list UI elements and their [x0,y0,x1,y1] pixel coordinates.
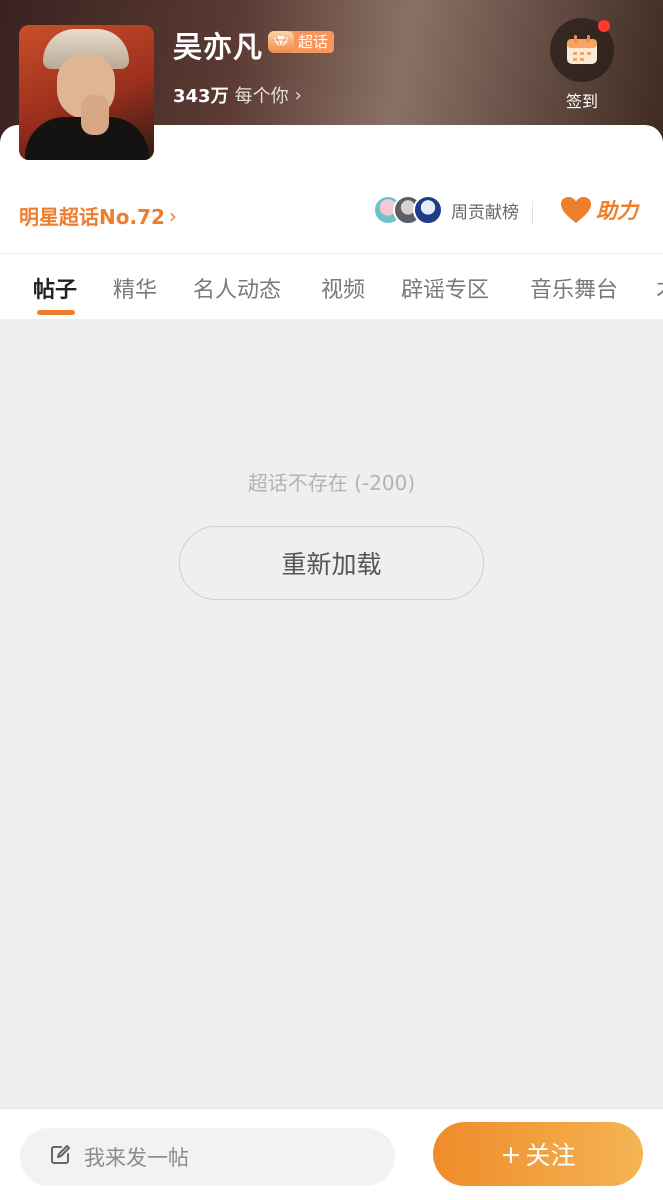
tab-more[interactable]: 才 [656,272,663,304]
rank-link[interactable]: 明星超话No.72 › [19,201,177,230]
post-placeholder: 我来发一帖 [84,1146,189,1170]
followers-count: 343万 [173,86,229,107]
tab-music-stage[interactable]: 音乐舞台 [530,272,618,304]
edit-icon [48,1143,72,1171]
follow-label: 关注 [525,1141,576,1170]
followers-unit: 每个你 [234,86,289,107]
diamond-icon [268,31,294,53]
error-message: 超话不存在 (-200) [247,471,416,495]
tab-bar: 帖子 精华 名人动态 视频 辟谣专区 音乐舞台 才 [0,253,663,319]
reload-button[interactable]: 重新加载 [179,526,484,600]
chevron-right-icon: › [168,203,177,228]
followers-link[interactable]: 343万 每个你 › [173,82,302,108]
contribution-label: 周贡献榜 [451,202,519,223]
badge-label: 超话 [290,31,335,53]
heart-icon [561,197,591,223]
supertopic-badge: 超话 [268,30,335,54]
avatar[interactable] [19,25,154,160]
support-label: 助力 [596,199,638,223]
tab-posts[interactable]: 帖子 [33,272,77,304]
avatar-hand [81,95,109,135]
rank-label: 明星超话No.72 [19,205,165,229]
contributor-avatar [413,195,443,225]
calendar-icon [567,35,597,64]
plus-icon: + [500,1139,522,1169]
tab-rumor-refutation[interactable]: 辟谣专区 [401,272,489,304]
topic-name: 吴亦凡 [173,30,264,64]
active-tab-indicator [37,310,75,315]
checkin-label: 签到 [565,92,598,111]
tab-featured[interactable]: 精华 [113,272,157,304]
checkin-button[interactable] [550,18,614,82]
divider [532,201,533,225]
weekly-contribution-link[interactable]: 周贡献榜 [373,195,519,225]
bottom-bar: 我来发一帖 + 关注 [0,1108,663,1200]
chevron-right-icon: › [294,84,302,106]
notification-dot [598,20,610,32]
support-button[interactable]: 助力 [560,195,638,225]
follow-button[interactable]: + 关注 [433,1122,643,1186]
tab-celebrity-updates[interactable]: 名人动态 [193,272,281,304]
post-input[interactable]: 我来发一帖 [20,1128,395,1186]
tab-videos[interactable]: 视频 [321,272,365,304]
